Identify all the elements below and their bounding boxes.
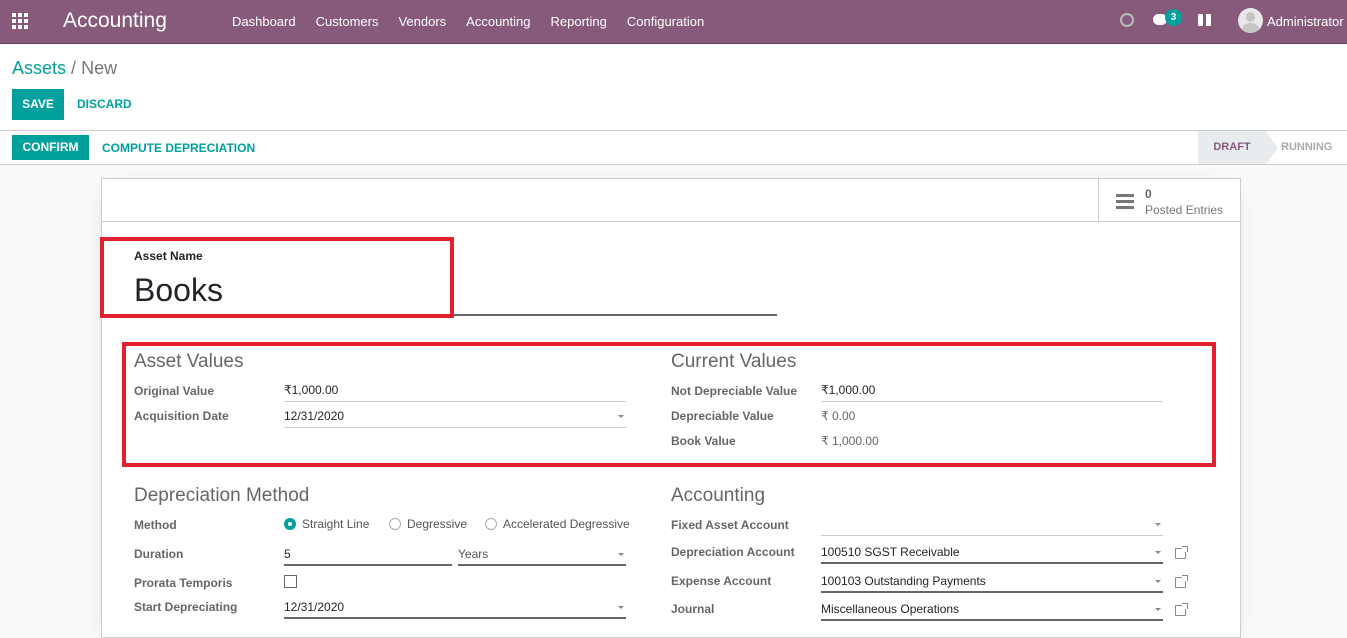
breadcrumb-assets-link[interactable]: Assets <box>12 58 66 78</box>
prorata-label: Prorata Temporis <box>134 576 233 590</box>
duration-label: Duration <box>134 547 184 561</box>
prorata-checkbox[interactable] <box>284 575 297 588</box>
user-avatar[interactable] <box>1238 8 1263 33</box>
original-value-label: Original Value <box>134 384 215 398</box>
radio-checked-icon <box>284 518 296 530</box>
asset-name-label: Asset Name <box>134 249 203 263</box>
current-values-title: Current Values <box>671 351 797 372</box>
breadcrumb-separator: / <box>71 58 77 78</box>
not-depreciable-input[interactable]: ₹1,000.00 <box>821 382 1163 402</box>
original-value-input[interactable]: ₹1,000.00 <box>284 382 626 402</box>
main-menu: Dashboard Customers Vendors Accounting R… <box>232 14 724 29</box>
radio-unchecked-icon <box>485 518 497 530</box>
confirm-button[interactable]: CONFIRM <box>12 135 89 160</box>
posted-entries-count: 0 <box>1145 187 1152 201</box>
expense-account-select[interactable]: 100103 Outstanding Payments <box>821 573 1163 593</box>
journal-value: Miscellaneous Operations <box>821 602 960 616</box>
method-radio-accelerated-degressive[interactable]: Accelerated Degressive <box>485 517 630 531</box>
chevron-down-icon <box>1155 551 1161 554</box>
breadcrumb: Assets / New <box>12 58 117 79</box>
acquisition-date-label: Acquisition Date <box>134 409 229 423</box>
top-navbar: Accounting Dashboard Customers Vendors A… <box>0 0 1347 44</box>
stage-draft[interactable]: DRAFT <box>1198 131 1278 164</box>
radio-unchecked-icon <box>389 518 401 530</box>
posted-entries-button[interactable]: 0 Posted Entries <box>1098 179 1240 222</box>
journal-label: Journal <box>671 602 715 616</box>
chevron-down-icon <box>1155 608 1161 611</box>
fixed-asset-account-select[interactable] <box>821 516 1163 536</box>
user-menu[interactable]: Administrator <box>1267 14 1344 29</box>
posted-entries-label: Posted Entries <box>1145 203 1224 217</box>
method-radio-straight-line[interactable]: Straight Line <box>284 517 369 531</box>
start-depreciating-value: 12/31/2020 <box>284 600 345 614</box>
stage-running[interactable]: RUNNING <box>1281 131 1332 164</box>
duration-unit-value: Years <box>458 547 489 561</box>
menu-item-configuration[interactable]: Configuration <box>627 14 704 29</box>
chevron-down-icon <box>1155 580 1161 583</box>
form-sheet: 0 Posted Entries Asset Name Books Asset … <box>101 178 1241 638</box>
radio-label: Straight Line <box>302 517 370 531</box>
form-statusbar: CONFIRM COMPUTE DEPRECIATION DRAFT RUNNI… <box>0 131 1347 165</box>
method-radio-degressive[interactable]: Degressive <box>389 517 467 531</box>
menu-item-accounting[interactable]: Accounting <box>466 14 530 29</box>
acquisition-date-input[interactable]: 12/31/2020 <box>284 408 626 428</box>
apps-menu-icon[interactable] <box>12 13 30 29</box>
asset-values-title: Asset Values <box>134 351 244 372</box>
messages-badge: 3 <box>1165 9 1182 26</box>
book-value: ₹ 1,000.00 <box>821 434 879 448</box>
save-button[interactable]: SAVE <box>12 89 64 120</box>
button-box: 0 Posted Entries <box>102 179 1240 222</box>
duration-unit-select[interactable]: Years <box>458 546 626 566</box>
radio-label: Accelerated Degressive <box>503 517 630 531</box>
app-title: Accounting <box>63 9 167 32</box>
chevron-down-icon <box>1155 523 1161 526</box>
fixed-asset-account-label: Fixed Asset Account <box>671 518 789 532</box>
depreciable-value: ₹ 0.00 <box>821 409 856 423</box>
menu-item-dashboard[interactable]: Dashboard <box>232 14 296 29</box>
external-link-icon[interactable] <box>1175 575 1188 588</box>
accounting-title: Accounting <box>671 485 766 506</box>
start-depreciating-label: Start Depreciating <box>134 600 238 614</box>
radio-label: Degressive <box>407 517 468 531</box>
chevron-down-icon <box>618 606 624 609</box>
journal-select[interactable]: Miscellaneous Operations <box>821 601 1163 621</box>
start-depreciating-input[interactable]: 12/31/2020 <box>284 599 626 619</box>
chevron-down-icon <box>618 553 624 556</box>
menu-item-vendors[interactable]: Vendors <box>398 14 446 29</box>
activity-clock-icon[interactable] <box>1120 13 1134 27</box>
gift-icon[interactable] <box>1198 14 1211 26</box>
chevron-down-icon <box>618 415 624 418</box>
asset-name-input[interactable]: Books <box>134 269 777 316</box>
depreciable-value-label: Depreciable Value <box>671 409 774 423</box>
depreciation-account-label: Depreciation Account <box>671 545 795 559</box>
compute-depreciation-button[interactable]: COMPUTE DEPRECIATION <box>102 141 255 155</box>
depreciation-account-value: 100510 SGST Receivable <box>821 545 960 559</box>
book-value-label: Book Value <box>671 434 736 448</box>
expense-account-value: 100103 Outstanding Payments <box>821 574 986 588</box>
external-link-icon[interactable] <box>1175 603 1188 616</box>
depreciation-method-title: Depreciation Method <box>134 485 310 506</box>
menu-item-customers[interactable]: Customers <box>316 14 379 29</box>
not-depreciable-label: Not Depreciable Value <box>671 384 798 398</box>
discard-button[interactable]: DISCARD <box>77 97 132 111</box>
method-label: Method <box>134 518 177 532</box>
breadcrumb-current: New <box>81 58 118 78</box>
expense-account-label: Expense Account <box>671 574 772 588</box>
menu-item-reporting[interactable]: Reporting <box>551 14 607 29</box>
list-icon <box>1116 194 1134 209</box>
depreciation-account-select[interactable]: 100510 SGST Receivable <box>821 544 1163 564</box>
duration-input[interactable]: 5 <box>284 546 452 566</box>
control-panel: Assets / New SAVE DISCARD <box>0 45 1347 131</box>
acquisition-date-value: 12/31/2020 <box>284 409 345 423</box>
external-link-icon[interactable] <box>1175 546 1188 559</box>
